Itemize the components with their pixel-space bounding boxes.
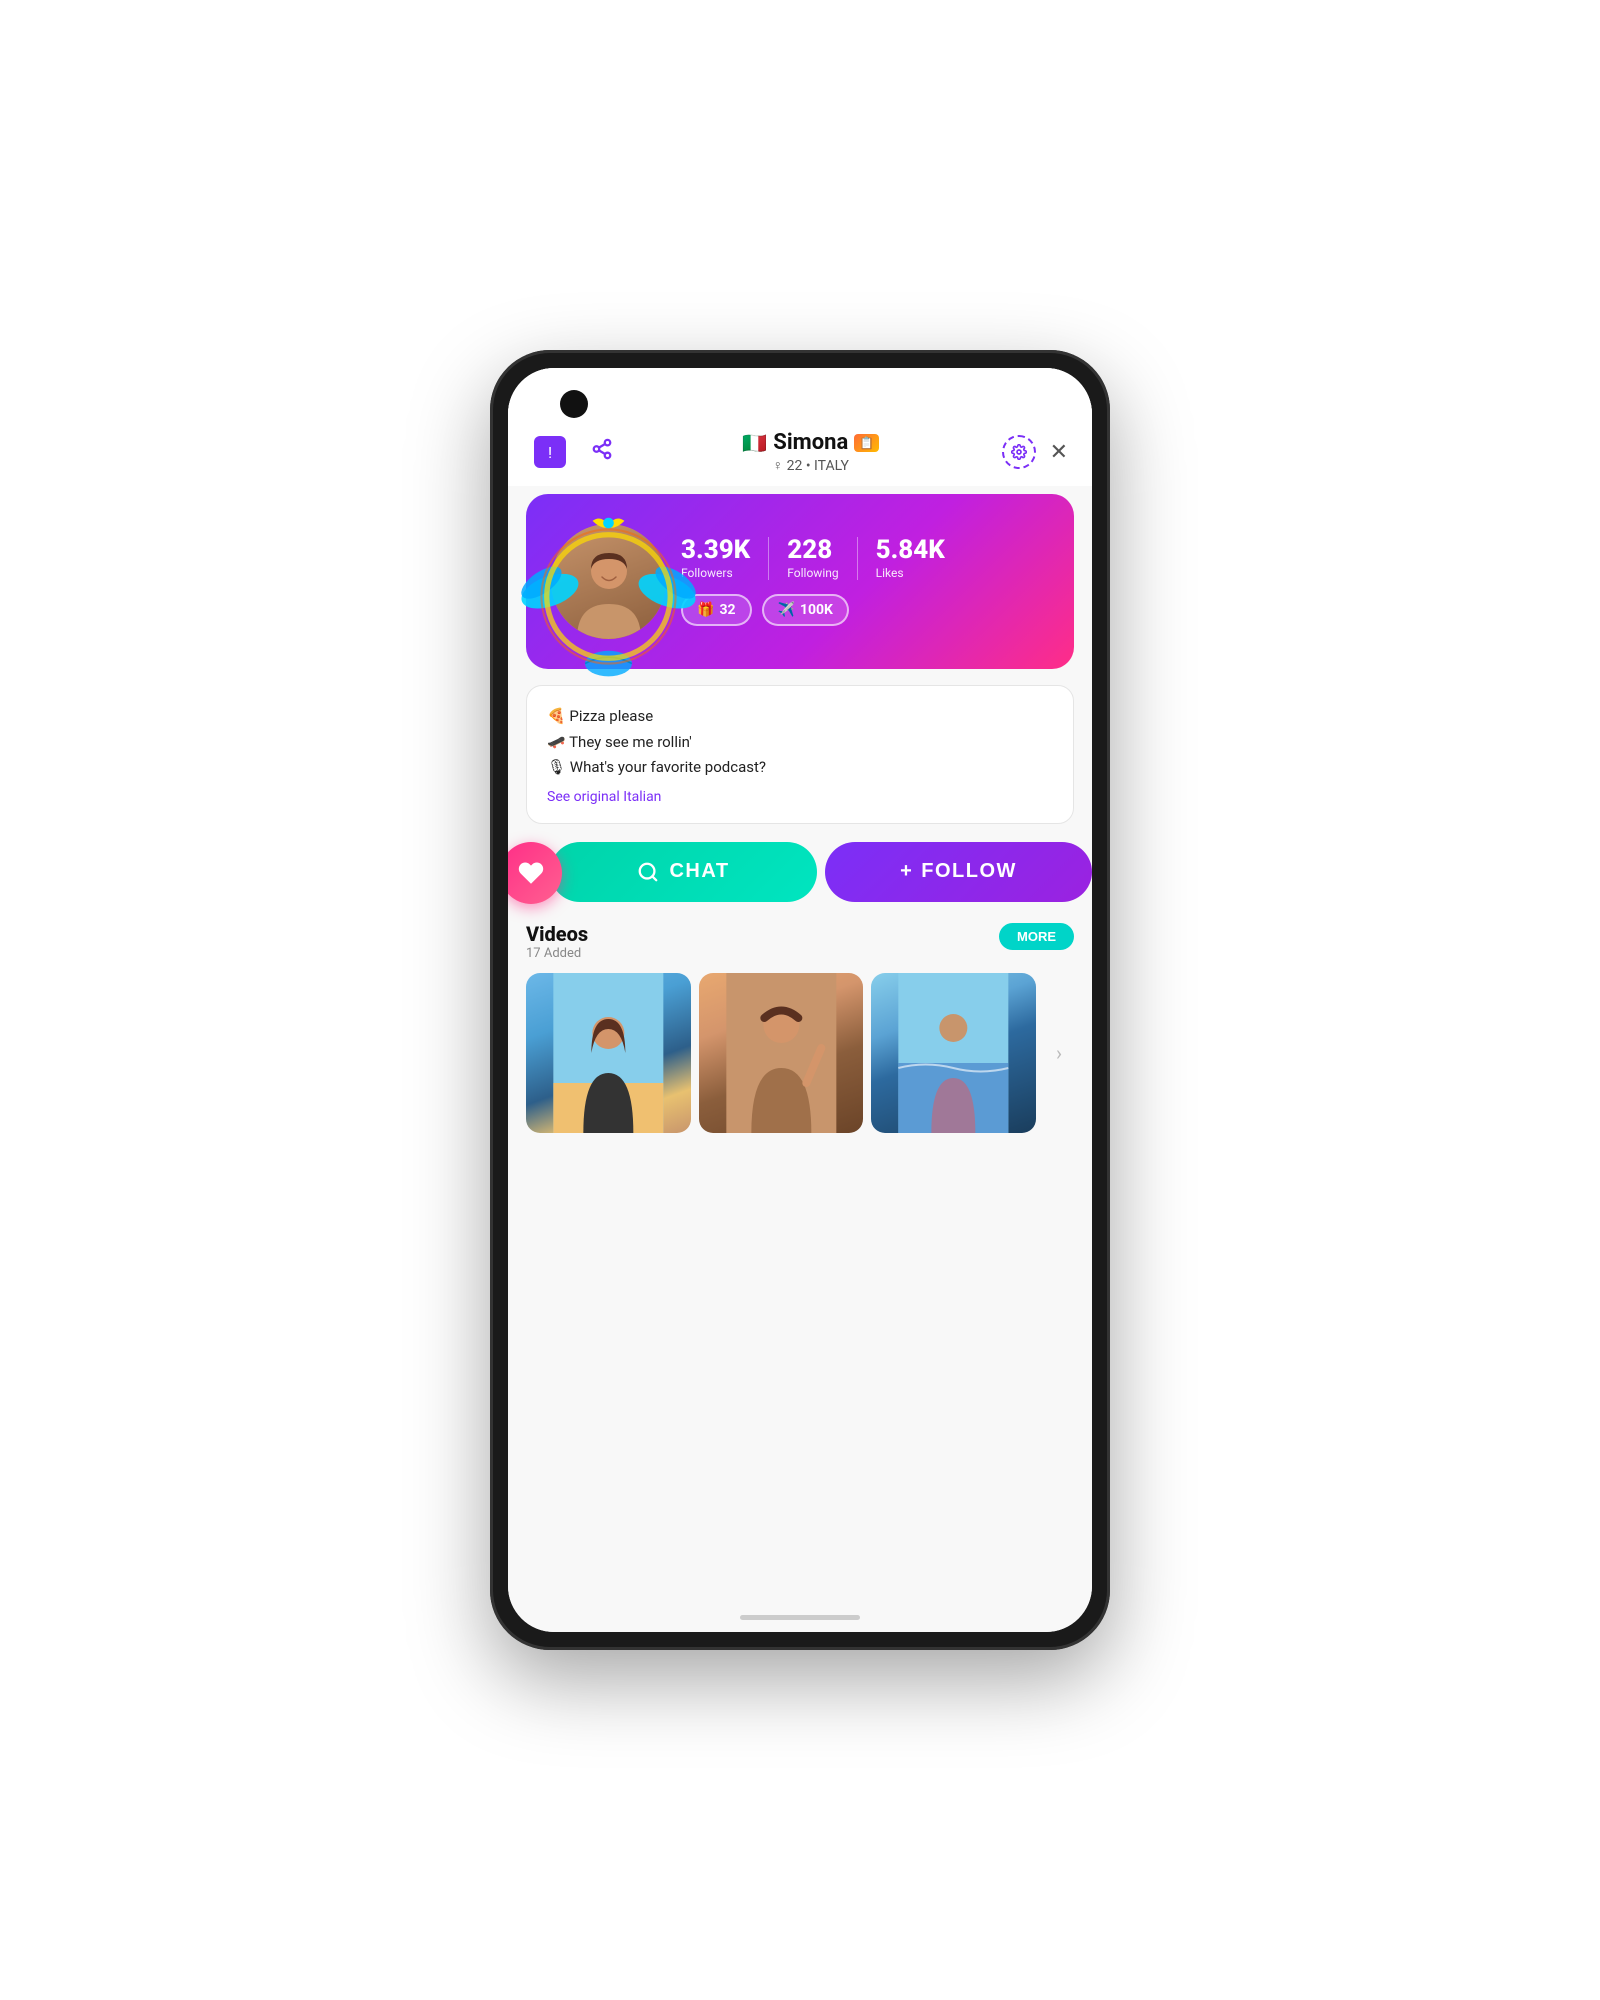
chat-button[interactable]: CHAT <box>550 842 817 902</box>
stat-badges: 🎁 32 ✈️ 100K <box>681 594 1054 626</box>
fans-count: 100K <box>800 602 833 618</box>
video-grid: › <box>526 973 1074 1133</box>
videos-title: Videos <box>526 922 588 946</box>
profile-subtitle: ♀ 22 • ITALY <box>620 457 1002 474</box>
followers-label: Followers <box>681 566 750 580</box>
avatar-photo <box>551 524 666 639</box>
follow-button[interactable]: + FOLLOW <box>825 842 1092 902</box>
phone-screen: ! 🇮🇹 Sim <box>508 368 1092 1632</box>
action-buttons: CHAT + FOLLOW <box>550 842 1092 902</box>
close-button[interactable]: ✕ <box>1050 440 1068 465</box>
top-bar: ! 🇮🇹 Sim <box>508 368 1092 486</box>
flag-icon: 🇮🇹 <box>742 431 767 455</box>
screen-content: ! 🇮🇹 Sim <box>508 368 1092 1632</box>
profile-name: Simona <box>773 430 848 455</box>
more-videos-indicator: › <box>1044 973 1074 1133</box>
follow-plus: + <box>900 860 913 883</box>
top-bar-right: ✕ <box>1002 435 1068 469</box>
video-thumbnail-1[interactable] <box>526 973 691 1133</box>
chat-label: CHAT <box>669 860 729 883</box>
stats-numbers: 3.39K Followers 228 Following 5.84K Like… <box>681 537 1054 580</box>
avatar <box>551 524 666 639</box>
profile-header: 🇮🇹 Simona 📋 ♀ 22 • ITALY <box>620 430 1002 474</box>
followers-count: 3.39K <box>681 537 750 563</box>
bio-card: 🍕 Pizza please 🛹 They see me rollin' 🎙 W… <box>526 685 1074 824</box>
avatar-container <box>536 524 681 639</box>
verified-icon: 📋 <box>854 434 879 452</box>
shield-icon: ! <box>534 436 566 468</box>
share-icon <box>591 438 613 466</box>
video-thumbnail-2[interactable] <box>699 973 864 1133</box>
following-label: Following <box>787 566 838 580</box>
bio-line-2: 🛹 They see me rollin' <box>547 730 1053 756</box>
settings-button[interactable] <box>1002 435 1036 469</box>
bio-line-3: 🎙 What's your favorite podcast? <box>547 755 1053 781</box>
videos-title-group: Videos 17 Added <box>526 922 588 961</box>
alert-button[interactable]: ! <box>532 434 568 470</box>
likes-label: Likes <box>876 566 945 580</box>
bio-line-1: 🍕 Pizza please <box>547 704 1053 730</box>
action-row: CHAT + FOLLOW <box>508 842 1092 902</box>
translate-link[interactable]: See original Italian <box>547 789 1053 805</box>
fans-badge[interactable]: ✈️ 100K <box>762 594 849 626</box>
more-videos-button[interactable]: MORE <box>999 923 1074 950</box>
follow-label: FOLLOW <box>921 860 1017 883</box>
camera-hole <box>560 390 588 418</box>
videos-section: Videos 17 Added MORE <box>526 922 1074 1133</box>
home-indicator <box>740 1615 860 1620</box>
videos-header: Videos 17 Added MORE <box>526 922 1074 961</box>
stat-following: 228 Following <box>769 537 857 580</box>
stats-info: 3.39K Followers 228 Following 5.84K Like… <box>681 537 1054 626</box>
following-count: 228 <box>787 537 838 563</box>
stat-likes: 5.84K Likes <box>858 537 963 580</box>
share-button[interactable] <box>584 434 620 470</box>
videos-count: 17 Added <box>526 946 588 961</box>
gifts-icon: 🎁 <box>697 602 714 618</box>
likes-count: 5.84K <box>876 537 945 563</box>
top-bar-left: ! <box>532 434 620 470</box>
fans-icon: ✈️ <box>778 602 795 618</box>
gifts-badge[interactable]: 🎁 32 <box>681 594 752 626</box>
video-thumbnail-3[interactable] <box>871 973 1036 1133</box>
stats-card: 3.39K Followers 228 Following 5.84K Like… <box>526 494 1074 669</box>
stat-followers: 3.39K Followers <box>681 537 769 580</box>
gifts-count: 32 <box>719 602 735 618</box>
gender-icon: ♀ <box>773 458 784 474</box>
profile-name-row: 🇮🇹 Simona 📋 <box>620 430 1002 455</box>
